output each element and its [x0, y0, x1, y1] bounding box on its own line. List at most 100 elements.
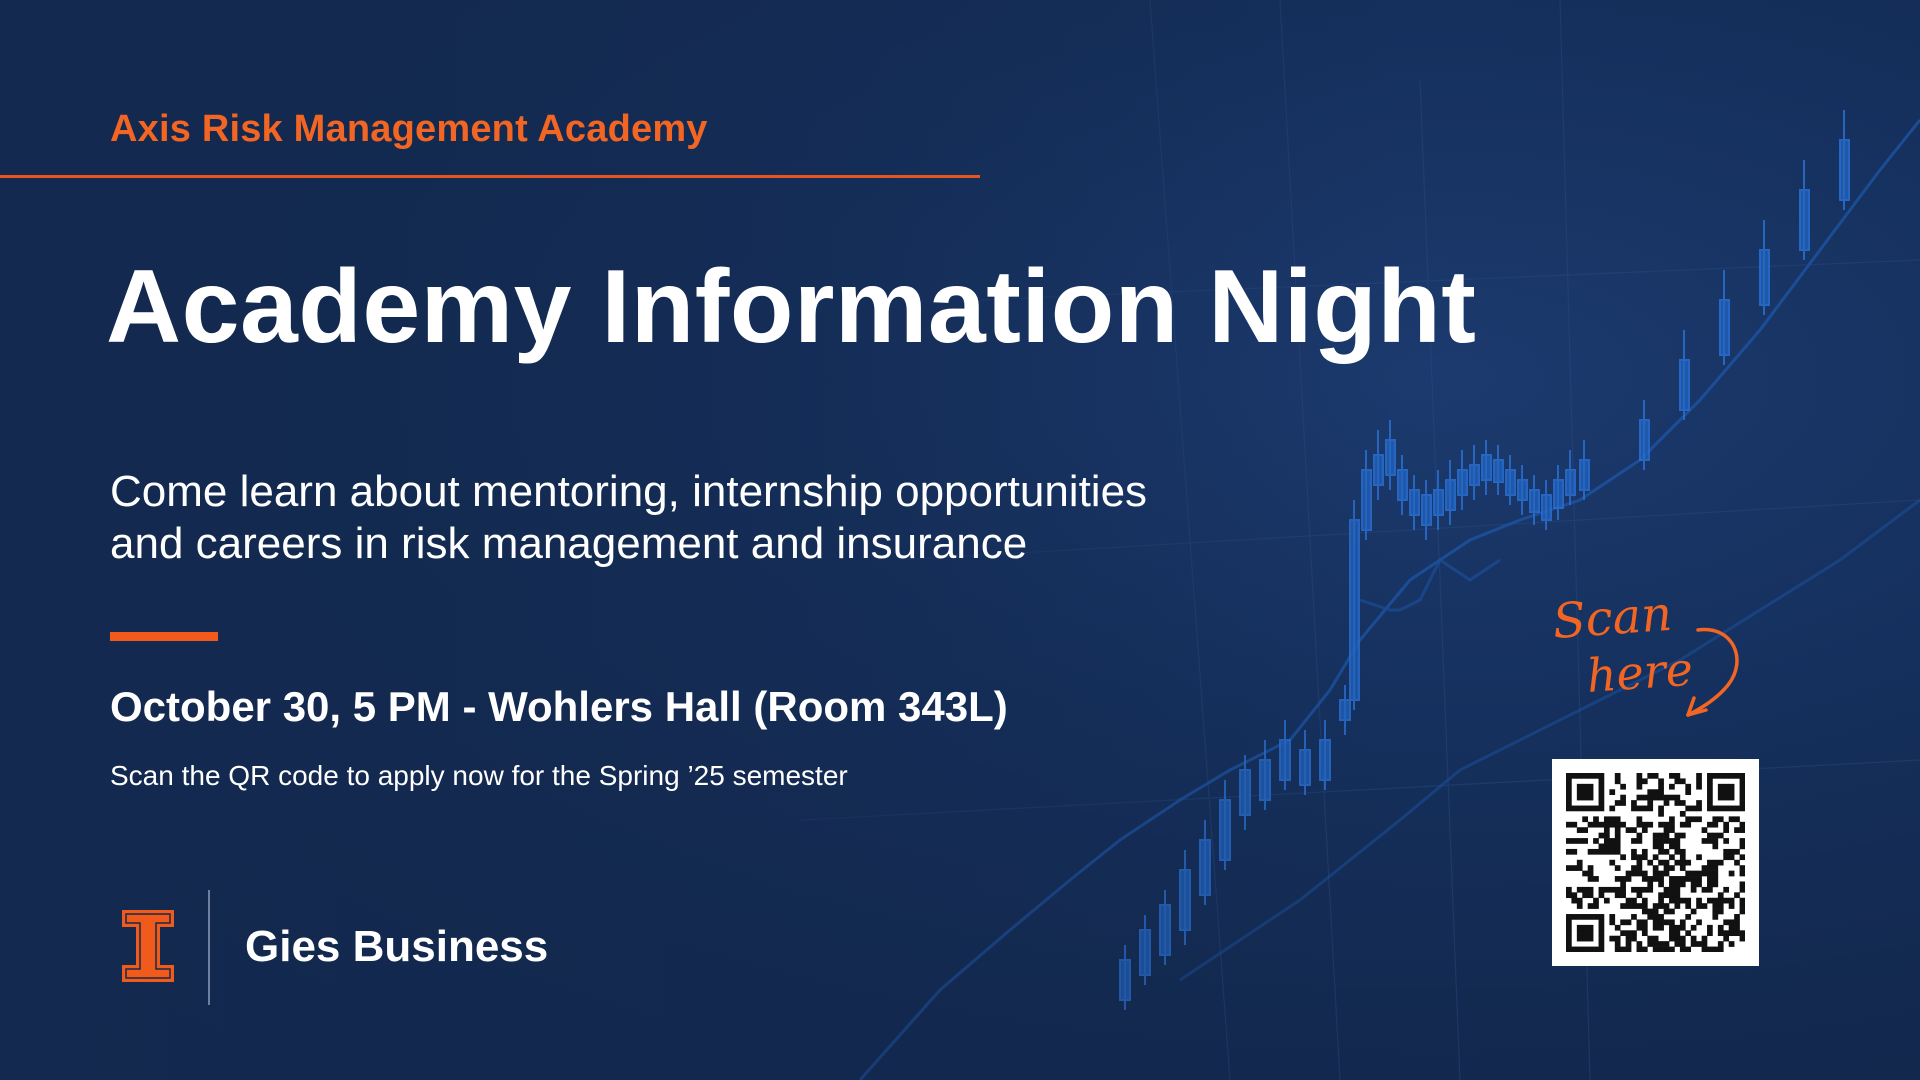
qr-module — [1636, 892, 1643, 899]
qr-module — [1614, 946, 1621, 952]
qr-module — [1587, 924, 1594, 931]
qr-module — [1658, 832, 1664, 839]
qr-module — [1685, 897, 1692, 904]
qr-module — [1598, 773, 1605, 779]
qr-module — [1620, 794, 1626, 801]
qr-module — [1701, 903, 1708, 909]
qr-module — [1723, 821, 1730, 828]
qr-module — [1566, 805, 1572, 812]
qr-module — [1593, 816, 1599, 823]
qr-module — [1707, 886, 1713, 893]
qr-module — [1674, 903, 1681, 909]
qr-module — [1620, 854, 1626, 861]
qr-module — [1625, 935, 1632, 942]
qr-module — [1620, 930, 1626, 937]
qr-module — [1620, 919, 1626, 926]
qr-module — [1669, 924, 1675, 931]
qr-module — [1631, 838, 1637, 844]
qr-module — [1625, 827, 1632, 833]
qr-module — [1614, 924, 1621, 931]
qr-module — [1625, 941, 1632, 947]
qr-module — [1652, 935, 1659, 942]
qr-module — [1658, 892, 1664, 899]
qr-module — [1658, 848, 1664, 855]
qr-module — [1598, 946, 1605, 952]
qr-module — [1674, 935, 1681, 942]
qr-module — [1614, 865, 1621, 871]
qr-module — [1636, 886, 1643, 893]
qr-module — [1609, 838, 1616, 844]
qr-module — [1576, 935, 1583, 942]
qr-module — [1641, 870, 1648, 877]
qr-module — [1641, 919, 1648, 926]
qr-module — [1593, 903, 1599, 909]
qr-module — [1587, 935, 1594, 942]
qr-module — [1658, 838, 1664, 844]
qr-module — [1593, 876, 1599, 882]
qr-module — [1679, 941, 1686, 947]
qr-module — [1587, 914, 1594, 920]
qr-module — [1717, 897, 1724, 904]
qr-module — [1701, 827, 1708, 833]
qr-module — [1658, 919, 1664, 926]
qr-module — [1734, 930, 1740, 937]
qr-module — [1723, 919, 1730, 926]
qr-module — [1696, 854, 1702, 861]
qr-module — [1658, 924, 1664, 931]
qr-module — [1739, 886, 1745, 893]
qr-module — [1620, 821, 1626, 828]
qr-module — [1728, 919, 1735, 926]
qr-module — [1652, 941, 1659, 947]
qr-module — [1652, 908, 1659, 915]
qr-module — [1674, 859, 1681, 866]
qr-module — [1641, 924, 1648, 931]
qr-module — [1723, 886, 1730, 893]
qr-module — [1593, 821, 1599, 828]
qr-module — [1739, 805, 1745, 812]
qr-module — [1723, 827, 1730, 833]
qr-module — [1636, 832, 1643, 839]
qr-module — [1712, 805, 1719, 812]
qr-module — [1685, 914, 1692, 920]
qr-module — [1728, 773, 1735, 779]
qr-module — [1652, 838, 1659, 844]
qr-module — [1587, 794, 1594, 801]
qr-module — [1647, 908, 1654, 915]
qr-module — [1631, 848, 1637, 855]
qr-module — [1620, 876, 1626, 882]
qr-module — [1609, 859, 1616, 866]
qr-module — [1614, 816, 1621, 823]
qr-module — [1609, 935, 1616, 942]
qr-module — [1598, 924, 1605, 931]
qr-module — [1625, 897, 1632, 904]
qr-module — [1631, 800, 1637, 806]
qr-module — [1647, 886, 1654, 893]
qr-module — [1598, 805, 1605, 812]
qr-module — [1734, 816, 1740, 823]
qr-module — [1717, 924, 1724, 931]
qr-module — [1669, 821, 1675, 828]
qr-module — [1636, 865, 1643, 871]
qr-module — [1614, 892, 1621, 899]
qr-module — [1739, 935, 1745, 942]
qr-module — [1723, 794, 1730, 801]
qr-module — [1658, 859, 1664, 866]
qr-module — [1685, 821, 1692, 828]
illinois-block-i-logo — [122, 910, 174, 982]
qr-code[interactable] — [1552, 759, 1759, 966]
qr-module — [1663, 821, 1670, 828]
qr-module — [1614, 827, 1621, 833]
qr-module — [1669, 816, 1675, 823]
qr-module — [1614, 848, 1621, 855]
qr-module — [1707, 946, 1713, 952]
qr-module — [1598, 914, 1605, 920]
qr-module — [1663, 865, 1670, 871]
qr-module — [1566, 941, 1572, 947]
qr-module — [1679, 865, 1686, 871]
qr-module — [1582, 914, 1588, 920]
qr-module — [1712, 897, 1719, 904]
qr-module — [1734, 892, 1740, 899]
qr-module — [1587, 930, 1594, 937]
qr-module — [1566, 892, 1572, 899]
qr-module — [1603, 821, 1610, 828]
